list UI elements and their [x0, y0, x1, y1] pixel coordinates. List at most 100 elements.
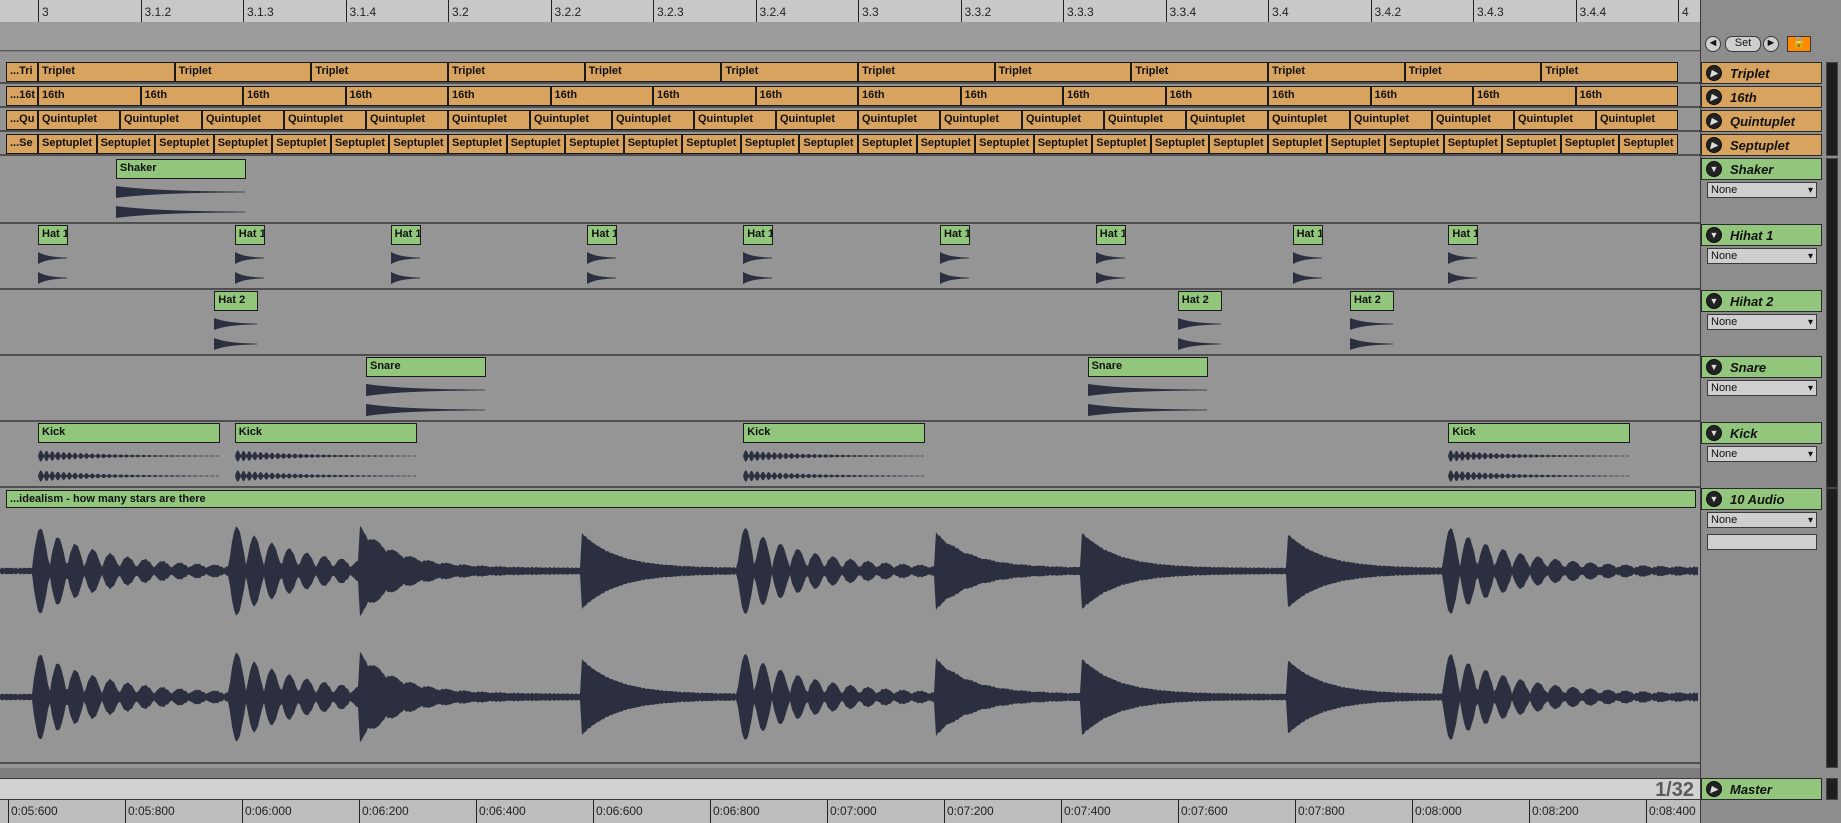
shaker-clip[interactable]: Shaker: [115, 159, 246, 179]
snare-clip[interactable]: Snare: [1087, 357, 1208, 377]
play-icon[interactable]: ▶: [1706, 137, 1722, 153]
track-header-master[interactable]: ▶ Master: [1701, 778, 1822, 800]
input-select-hihat1[interactable]: None ▾: [1707, 248, 1817, 264]
hihat1-clip[interactable]: Hat 1: [38, 225, 68, 245]
groove-clip[interactable]: 16th: [38, 86, 141, 106]
groove-clip[interactable]: Quintuplet: [694, 110, 776, 130]
groove-clip[interactable]: Septuplet: [916, 134, 976, 154]
input-select-audio[interactable]: None ▾: [1707, 512, 1817, 528]
groove-clip[interactable]: Quintuplet: [1186, 110, 1268, 130]
groove-clip[interactable]: Triplet: [448, 62, 585, 82]
groove-clip[interactable]: Septuplet: [1209, 134, 1268, 154]
groove-clip[interactable]: ...16t: [6, 86, 38, 106]
groove-clip[interactable]: 16th: [140, 86, 243, 106]
groove-clip[interactable]: Quintuplet: [202, 110, 284, 130]
groove-clip[interactable]: 16th: [755, 86, 858, 106]
track-header-hihat2[interactable]: ▼ Hihat 2: [1701, 290, 1822, 312]
audio-clip[interactable]: ...idealism - how many stars are there: [6, 490, 1696, 508]
play-icon[interactable]: ▶: [1706, 113, 1722, 129]
groove-clip[interactable]: Triplet: [721, 62, 858, 82]
menu-icon[interactable]: ▼: [1706, 227, 1722, 243]
groove-clip[interactable]: Quintuplet: [1432, 110, 1514, 130]
groove-clip[interactable]: 16th: [1575, 86, 1678, 106]
groove-clip[interactable]: Septuplet: [1385, 134, 1444, 154]
hihat1-clip[interactable]: Hat 1: [940, 225, 970, 245]
time-ruler[interactable]: 0:05:600 0:05:800 0:06:000 0:06:200 0:06:400…: [0, 800, 1700, 823]
groove-clip[interactable]: Septuplet: [623, 134, 683, 154]
kick-clip[interactable]: Kick: [743, 423, 926, 443]
groove-clip[interactable]: ...Tri: [6, 62, 38, 82]
groove-clip[interactable]: Quintuplet: [284, 110, 366, 130]
back-icon[interactable]: ◄: [1705, 36, 1721, 52]
groove-clip[interactable]: ...Se: [6, 134, 38, 154]
groove-clip[interactable]: Triplet: [584, 62, 722, 82]
groove-clip[interactable]: Septuplet: [1619, 134, 1678, 154]
groove-clip[interactable]: Quintuplet: [38, 110, 120, 130]
groove-clip[interactable]: Septuplet: [272, 134, 331, 154]
groove-clip[interactable]: Septuplet: [682, 134, 741, 154]
hihat1-clip[interactable]: Hat 1: [1292, 225, 1323, 245]
play-icon[interactable]: ▶: [1706, 89, 1722, 105]
groove-clip[interactable]: ...Qu: [6, 110, 38, 130]
groove-clip[interactable]: 16th: [448, 86, 551, 106]
groove-clip[interactable]: Septuplet: [1092, 134, 1151, 154]
groove-clip[interactable]: Quintuplet: [612, 110, 694, 130]
groove-clip[interactable]: 16th: [550, 86, 653, 106]
groove-clip[interactable]: Quintuplet: [858, 110, 940, 130]
groove-clip[interactable]: Septuplet: [96, 134, 156, 154]
groove-clip[interactable]: Triplet: [1268, 62, 1405, 82]
groove-clip[interactable]: Triplet: [1404, 62, 1542, 82]
groove-clip[interactable]: 16th: [243, 86, 346, 106]
groove-clip[interactable]: Quintuplet: [1350, 110, 1432, 130]
menu-icon[interactable]: ▼: [1706, 425, 1722, 441]
beat-ruler[interactable]: 3 3.1.2 3.1.3 3.1.4 3.2 3.2.2 3.2.3 3.2.4 3.3 3.3…: [0, 0, 1700, 23]
groove-clip[interactable]: Quintuplet: [1022, 110, 1104, 130]
groove-clip[interactable]: Triplet: [1541, 62, 1678, 82]
groove-clip[interactable]: Septuplet: [38, 134, 97, 154]
groove-clip[interactable]: 16th: [1165, 86, 1268, 106]
hihat2-clip[interactable]: Hat 2: [1350, 291, 1394, 311]
groove-clip[interactable]: Septuplet: [799, 134, 858, 154]
groove-clip[interactable]: Triplet: [38, 62, 175, 82]
input-channel-audio[interactable]: [1707, 534, 1817, 550]
groove-clip[interactable]: Septuplet: [389, 134, 448, 154]
groove-clip[interactable]: 16th: [345, 86, 448, 106]
groove-clip[interactable]: Septuplet: [975, 134, 1034, 154]
hihat1-clip[interactable]: Hat 1: [743, 225, 774, 245]
groove-clip[interactable]: 16th: [1268, 86, 1371, 106]
track-header-septuplet[interactable]: ▶ Septuplet: [1701, 134, 1822, 156]
groove-clip[interactable]: 16th: [653, 86, 756, 106]
hihat1-clip[interactable]: Hat 1: [234, 225, 265, 245]
groove-clip[interactable]: Quintuplet: [776, 110, 858, 130]
groove-clip[interactable]: Septuplet: [330, 134, 390, 154]
groove-clip[interactable]: Septuplet: [1150, 134, 1210, 154]
track-header-16th[interactable]: ▶ 16th: [1701, 86, 1822, 108]
groove-clip[interactable]: 16th: [858, 86, 961, 106]
track-header-snare[interactable]: ▼ Snare: [1701, 356, 1822, 378]
track-header-shaker[interactable]: ▼ Shaker: [1701, 158, 1822, 180]
groove-clip[interactable]: Septuplet: [213, 134, 273, 154]
snare-clip[interactable]: Snare: [366, 357, 486, 377]
menu-icon[interactable]: ▼: [1706, 293, 1722, 309]
groove-clip[interactable]: Septuplet: [1443, 134, 1503, 154]
groove-clip[interactable]: Septuplet: [506, 134, 566, 154]
groove-clip[interactable]: Triplet: [994, 62, 1132, 82]
play-icon[interactable]: ▶: [1706, 65, 1722, 81]
kick-clip[interactable]: Kick: [234, 423, 417, 443]
lock-icon[interactable]: 🔒: [1787, 36, 1811, 52]
groove-clip[interactable]: Quintuplet: [366, 110, 448, 130]
groove-clip[interactable]: Septuplet: [740, 134, 800, 154]
track-header-audio[interactable]: ▼ 10 Audio: [1701, 488, 1822, 510]
forward-icon[interactable]: ►: [1763, 36, 1779, 52]
hihat2-clip[interactable]: Hat 2: [1177, 291, 1222, 311]
groove-clip[interactable]: Quintuplet: [448, 110, 530, 130]
input-select-kick[interactable]: None ▾: [1707, 446, 1817, 462]
hihat2-clip[interactable]: Hat 2: [214, 291, 259, 311]
track-header-hihat1[interactable]: ▼ Hihat 1: [1701, 224, 1822, 246]
groove-clip[interactable]: 16th: [960, 86, 1063, 106]
set-button[interactable]: Set: [1725, 36, 1761, 52]
kick-clip[interactable]: Kick: [38, 423, 220, 443]
groove-clip[interactable]: Septuplet: [858, 134, 917, 154]
input-select-snare[interactable]: None ▾: [1707, 380, 1817, 396]
groove-clip[interactable]: 16th: [1473, 86, 1576, 106]
